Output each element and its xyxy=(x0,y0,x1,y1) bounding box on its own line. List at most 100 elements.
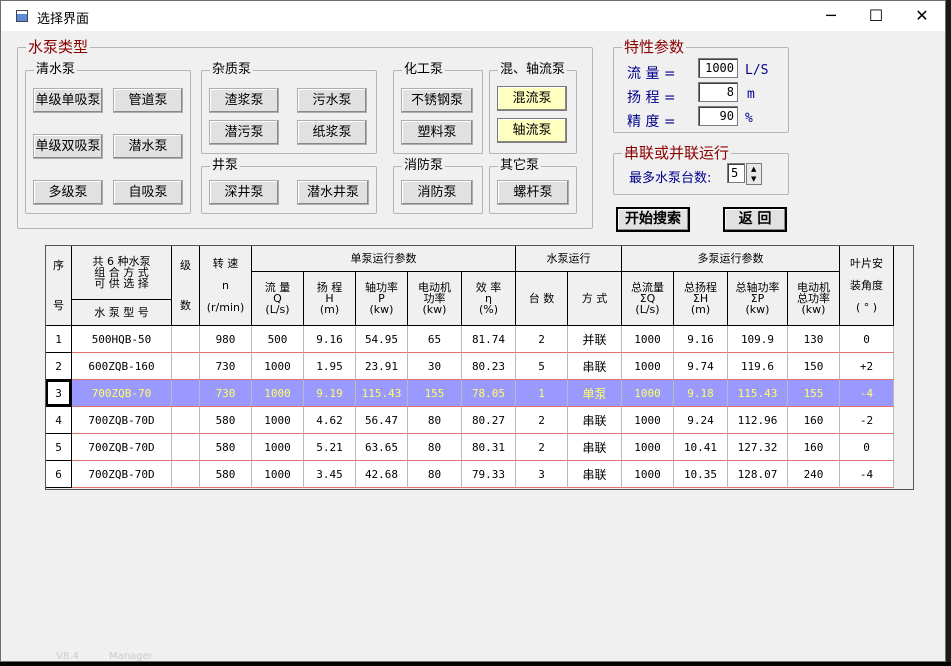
cell-count: 5 xyxy=(516,353,568,380)
cell-flow: 1000 xyxy=(252,407,304,434)
cell-thead: 9.16 xyxy=(674,326,728,353)
cell-mode: 串联 xyxy=(568,353,622,380)
window-title: 选择界面 xyxy=(37,12,90,27)
cell-count: 2 xyxy=(516,326,568,353)
cell-model: 500HQB-50 xyxy=(72,326,172,353)
header-flow: 流 量 Q (L/s) xyxy=(252,272,304,326)
header-count: 台 数 xyxy=(516,272,568,326)
sewage-pump-button[interactable]: 污水泵 xyxy=(297,88,367,113)
taskbar-text-version: V8.4 xyxy=(56,651,79,662)
cell-no: 2 xyxy=(46,353,72,380)
axial-flow-pump-button[interactable]: 轴流泵 xyxy=(497,118,567,143)
submersible-sewage-button[interactable]: 潜污泵 xyxy=(209,120,279,145)
title-bar: 选择界面 ─ ☐ ✕ xyxy=(1,1,945,31)
header-combo: 共 6 种水泵 组 合 方 式 可 供 选 择 xyxy=(72,246,172,300)
flow-label: 流 量 = xyxy=(627,66,676,82)
results-grid[interactable]: 序号共 6 种水泵 组 合 方 式 可 供 选 择水 泵 型 号级数转 速 n … xyxy=(45,245,914,490)
spinner-up-icon[interactable]: ▲ xyxy=(751,165,756,174)
cell-model: 700ZQB-70D xyxy=(72,434,172,461)
stainless-steel-pump-button[interactable]: 不锈钢泵 xyxy=(401,88,473,113)
cell-mode: 单泵 xyxy=(568,380,622,407)
cell-model: 700ZQB-70D xyxy=(72,407,172,434)
cell-eff: 79.33 xyxy=(462,461,516,488)
cell-stage xyxy=(172,434,200,461)
taskbar-text-manager: Manager xyxy=(109,651,153,662)
flow-input[interactable]: 1000 xyxy=(698,58,738,78)
cell-tshaft: 112.96 xyxy=(728,407,788,434)
max-pumps-input[interactable]: 5 xyxy=(727,163,745,183)
minimize-button[interactable]: ─ xyxy=(808,1,854,31)
maximize-button[interactable]: ☐ xyxy=(853,1,899,31)
flow-unit: L/S xyxy=(745,63,769,78)
header-stage-top: 级 xyxy=(180,259,191,273)
deep-well-pump-button[interactable]: 深井泵 xyxy=(209,180,279,205)
cell-tflow: 1000 xyxy=(622,434,674,461)
header-pump-run: 水泵运行 xyxy=(516,246,622,272)
pulp-pump-button[interactable]: 纸浆泵 xyxy=(297,120,367,145)
submersible-well-pump-button[interactable]: 潜水井泵 xyxy=(297,180,369,205)
header-motor-power: 电动机 功率 (kw) xyxy=(408,272,462,326)
cell-shaft: 63.65 xyxy=(356,434,408,461)
cell-shaft: 23.91 xyxy=(356,353,408,380)
pipeline-pump-button[interactable]: 管道泵 xyxy=(113,88,183,113)
cell-tshaft: 127.32 xyxy=(728,434,788,461)
cell-model: 700ZQB-70D xyxy=(72,461,172,488)
cell-tmotor: 160 xyxy=(788,407,840,434)
cell-thead: 9.24 xyxy=(674,407,728,434)
fire-pump-title: 消防泵 xyxy=(402,158,446,174)
single-stage-double-suction-button[interactable]: 单级双吸泵 xyxy=(33,134,103,159)
cell-blade: -4 xyxy=(840,461,894,488)
cell-model: 600ZQB-160 xyxy=(72,353,172,380)
cell-tshaft: 128.07 xyxy=(728,461,788,488)
cell-no: 5 xyxy=(46,434,72,461)
cell-tmotor: 240 xyxy=(788,461,840,488)
start-search-button[interactable]: 开始搜索 xyxy=(616,207,690,232)
plastic-pump-button[interactable]: 塑料泵 xyxy=(401,120,473,145)
screw-pump-button[interactable]: 螺杆泵 xyxy=(497,180,569,205)
cell-mode: 串联 xyxy=(568,434,622,461)
cell-mode: 并联 xyxy=(568,326,622,353)
head-input[interactable]: 8 xyxy=(698,82,738,102)
cell-stage xyxy=(172,380,200,407)
cell-blade: +2 xyxy=(840,353,894,380)
cell-shaft: 115.43 xyxy=(356,380,408,407)
accuracy-input[interactable]: 90 xyxy=(698,106,738,126)
max-pumps-spinner[interactable]: ▲ ▼ xyxy=(746,163,762,185)
cell-motor: 30 xyxy=(408,353,462,380)
header-no-bottom: 号 xyxy=(53,298,64,312)
multistage-pump-button[interactable]: 多级泵 xyxy=(33,180,103,205)
cell-thead: 10.35 xyxy=(674,461,728,488)
max-pumps-label: 最多水泵台数: xyxy=(629,171,712,186)
cell-tflow: 1000 xyxy=(622,380,674,407)
cell-blade: 0 xyxy=(840,434,894,461)
cell-blade: -2 xyxy=(840,407,894,434)
slurry-pump-button[interactable]: 渣浆泵 xyxy=(209,88,279,113)
cell-motor: 80 xyxy=(408,461,462,488)
fire-pump-button[interactable]: 消防泵 xyxy=(401,180,473,205)
close-button[interactable]: ✕ xyxy=(899,1,945,31)
mixed-axial-title: 混、轴流泵 xyxy=(498,62,568,78)
cell-flow: 1000 xyxy=(252,353,304,380)
cell-no: 6 xyxy=(46,461,72,488)
cell-flow: 1000 xyxy=(252,380,304,407)
cell-motor: 80 xyxy=(408,407,462,434)
self-priming-pump-button[interactable]: 自吸泵 xyxy=(113,180,183,205)
single-stage-single-suction-button[interactable]: 单级单吸泵 xyxy=(33,88,103,113)
spinner-down-icon[interactable]: ▼ xyxy=(751,175,756,184)
cell-tshaft: 109.9 xyxy=(728,326,788,353)
cell-no: 1 xyxy=(46,326,72,353)
head-label: 扬 程 = xyxy=(627,90,676,106)
cell-eff: 78.05 xyxy=(462,380,516,407)
cell-head: 4.62 xyxy=(304,407,356,434)
submersible-pump-button[interactable]: 潜水泵 xyxy=(113,134,183,159)
clear-water-title: 清水泵 xyxy=(34,62,78,78)
params-title: 特性参数 xyxy=(622,37,687,57)
pump-type-title: 水泵类型 xyxy=(26,37,91,57)
header-head: 扬 程 H (m) xyxy=(304,272,356,326)
back-button[interactable]: 返 回 xyxy=(723,207,787,232)
mixed-flow-pump-button[interactable]: 混流泵 xyxy=(497,86,567,111)
cell-speed: 980 xyxy=(200,326,252,353)
cell-tmotor: 150 xyxy=(788,353,840,380)
cell-tmotor: 155 xyxy=(788,380,840,407)
cell-thead: 10.41 xyxy=(674,434,728,461)
